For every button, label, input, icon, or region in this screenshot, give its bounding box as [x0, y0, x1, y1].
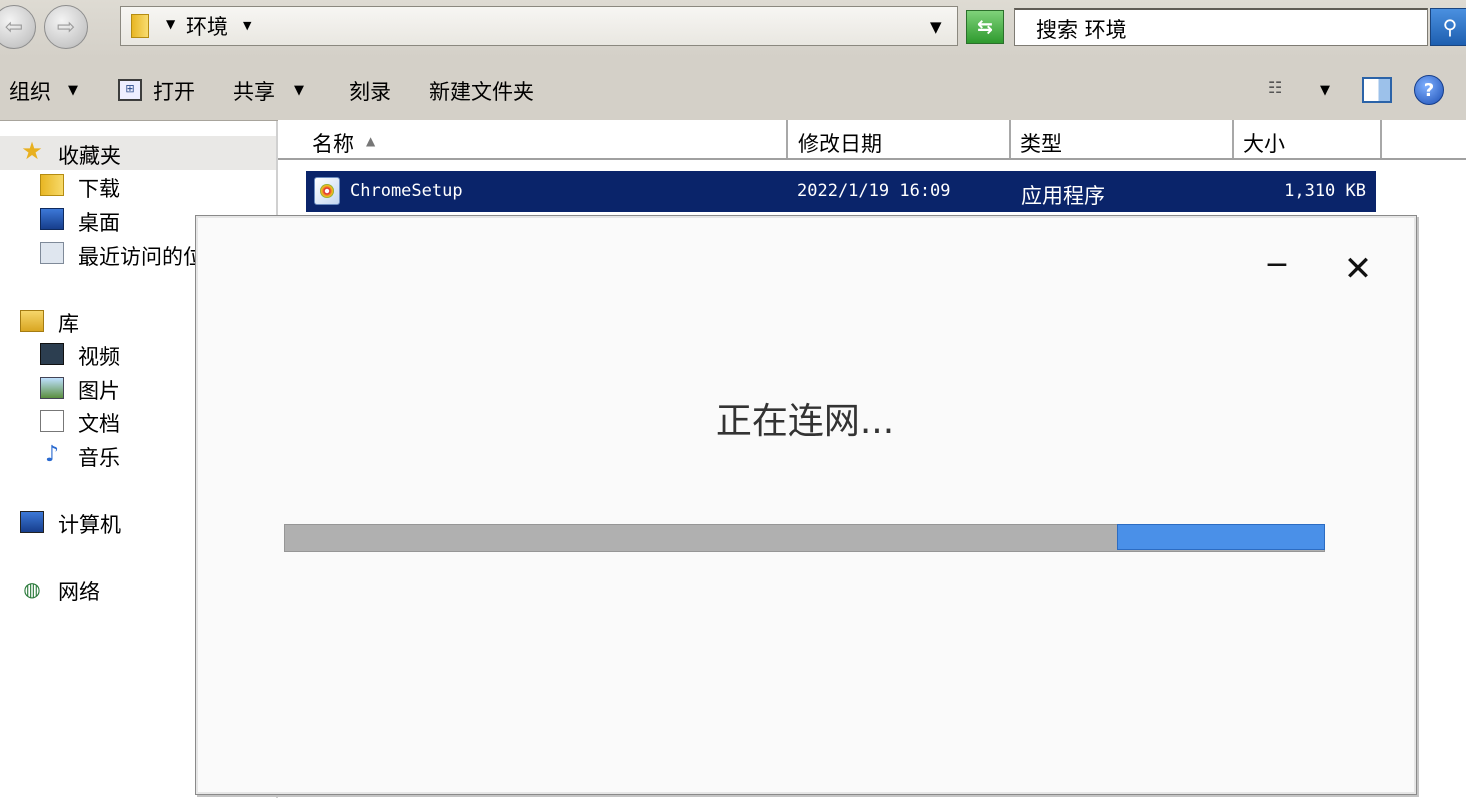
view-dropdown-icon[interactable]: ▼ — [1320, 83, 1330, 98]
organize-button[interactable]: 组织 — [9, 76, 51, 106]
breadcrumb-arrow-icon[interactable]: ▼ — [166, 17, 175, 31]
network-globe-icon: ◍ — [23, 577, 41, 601]
open-icon[interactable]: ⊞ — [118, 79, 142, 101]
nav-item-desktop[interactable]: 桌面 — [78, 207, 120, 237]
column-header-date[interactable]: 修改日期 — [798, 128, 882, 158]
command-bar — [0, 58, 1466, 121]
connection-status-text: 正在连网... — [715, 401, 895, 442]
nav-item-downloads[interactable]: 下载 — [78, 173, 120, 203]
address-history-dropdown[interactable]: ▼ — [930, 18, 942, 36]
desktop-icon — [40, 208, 64, 230]
document-icon — [40, 410, 64, 432]
progress-bar-indicator — [1116, 524, 1325, 550]
arrow-left-icon: ⇦ — [4, 14, 24, 40]
computer-icon — [20, 511, 44, 533]
refresh-icon: ⇆ — [977, 16, 993, 38]
downloads-folder-icon — [40, 174, 64, 196]
close-button[interactable]: ✕ — [1341, 252, 1375, 286]
column-header-name[interactable]: 名称 — [312, 128, 354, 158]
share-button[interactable]: 共享 — [233, 76, 275, 106]
forward-button[interactable]: ⇨ — [44, 5, 88, 49]
nav-item-libraries[interactable]: 库 — [58, 308, 79, 338]
burn-button[interactable]: 刻录 — [349, 76, 391, 106]
nav-item-pictures[interactable]: 图片 — [78, 375, 120, 405]
column-header-size[interactable]: 大小 — [1243, 128, 1285, 158]
search-icon: ⚲ — [1442, 15, 1458, 39]
sort-ascending-icon: ▲ — [366, 134, 376, 148]
minimize-button[interactable]: − — [1262, 250, 1292, 280]
search-placeholder: 搜索 环境 — [1036, 18, 1127, 42]
nav-item-music[interactable]: 音乐 — [78, 442, 120, 472]
new-folder-button[interactable]: 新建文件夹 — [429, 76, 534, 106]
video-icon — [40, 343, 64, 365]
nav-item-computer[interactable]: 计算机 — [58, 509, 121, 539]
open-button[interactable]: 打开 — [153, 76, 195, 106]
breadcrumb-dropdown-icon[interactable]: ▼ — [243, 19, 251, 32]
chrome-logo-icon — [320, 184, 334, 198]
nav-item-documents[interactable]: 文档 — [78, 408, 120, 438]
column-resize-handle[interactable] — [1380, 120, 1382, 158]
recent-places-icon — [40, 242, 64, 264]
nav-item-network[interactable]: 网络 — [58, 576, 100, 606]
help-icon[interactable]: ? — [1414, 75, 1444, 105]
preview-pane-icon[interactable] — [1362, 77, 1392, 103]
view-options-icon[interactable]: ☷ — [1268, 78, 1296, 102]
pictures-icon — [40, 377, 64, 399]
file-name[interactable]: ChromeSetup — [350, 181, 463, 201]
column-resize-handle[interactable] — [786, 120, 788, 158]
file-size: 1,310 KB — [1284, 181, 1366, 201]
file-type: 应用程序 — [1021, 184, 1105, 208]
search-button[interactable]: ⚲ — [1430, 8, 1466, 46]
organize-dropdown-icon[interactable]: ▼ — [68, 83, 78, 98]
star-icon: ★ — [21, 137, 43, 165]
music-note-icon: ♪ — [44, 442, 60, 467]
installer-dialog — [195, 215, 1417, 795]
column-header-type[interactable]: 类型 — [1020, 128, 1062, 158]
file-date: 2022/1/19 16:09 — [797, 181, 951, 201]
folder-icon — [131, 14, 149, 38]
column-resize-handle[interactable] — [1009, 120, 1011, 158]
arrow-right-icon: ⇨ — [56, 14, 76, 40]
share-dropdown-icon[interactable]: ▼ — [294, 83, 304, 98]
breadcrumb-current[interactable]: 环境 — [186, 11, 228, 41]
libraries-icon — [20, 310, 44, 332]
nav-item-videos[interactable]: 视频 — [78, 341, 120, 371]
refresh-button[interactable]: ⇆ — [966, 10, 1004, 44]
column-resize-handle[interactable] — [1232, 120, 1234, 158]
nav-item-favorites[interactable]: 收藏夹 — [58, 140, 121, 170]
